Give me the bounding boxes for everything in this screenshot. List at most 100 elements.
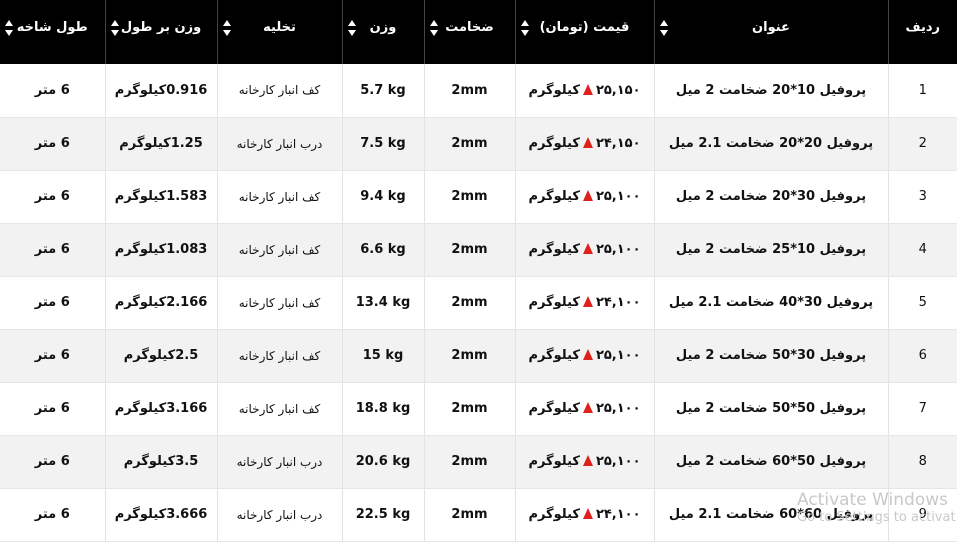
cell-row-number: 5 — [888, 276, 957, 329]
table-row: 7پروفیل 50*50 ضخامت 2 میل۲۵,۱۰۰کیلوگرم2m… — [0, 382, 957, 435]
sort-arrows-icon[interactable] — [430, 20, 438, 38]
header-label: ردیف — [889, 20, 957, 35]
cell-weight-text: 5.7 kg — [360, 83, 406, 98]
header-label: وزن بر طول — [106, 20, 217, 35]
sort-arrows-icon[interactable] — [348, 20, 356, 38]
price-value: ۲۴,۱۰۰ — [596, 295, 641, 310]
cell-unload-text: کف انبار کارخانه — [239, 190, 321, 204]
cell-thickness-text: 2mm — [451, 295, 487, 310]
cell-weight-text: 7.5 kg — [360, 136, 406, 151]
cell-title: پروفیل 30*40 ضخامت 2.1 میل — [654, 276, 888, 329]
cell-thickness-text: 2mm — [451, 507, 487, 522]
cell-weight-text: 20.6 kg — [356, 454, 411, 469]
cell-weight: 5.7 kg — [342, 64, 424, 117]
cell-thickness: 2mm — [424, 64, 515, 117]
cell-title: پروفیل 50*60 ضخامت 2 میل — [654, 435, 888, 488]
arrow-up-icon — [583, 455, 593, 466]
arrow-up-icon — [583, 402, 593, 413]
header-row-number[interactable]: ردیف — [888, 0, 957, 64]
header-label: ضخامت — [425, 20, 515, 35]
price-unit: کیلوگرم — [528, 295, 580, 310]
header-unload[interactable]: تخلیه — [217, 0, 342, 64]
header-weight[interactable]: وزن — [342, 0, 424, 64]
cell-unload-text: کف انبار کارخانه — [239, 349, 321, 363]
cell-unload-text: کف انبار کارخانه — [239, 83, 321, 97]
sort-arrows-icon[interactable] — [223, 20, 231, 38]
cell-row-number-text: 3 — [919, 189, 927, 204]
cell-thickness: 2mm — [424, 223, 515, 276]
arrow-up-icon — [583, 84, 593, 95]
cell-unload: درب انبار کارخانه — [217, 488, 342, 541]
price-value: ۲۵,۱۵۰ — [596, 83, 641, 98]
cell-weight: 9.4 kg — [342, 170, 424, 223]
price-value: ۲۵,۱۰۰ — [596, 242, 641, 257]
cell-branch-length-text: 6 متر — [35, 295, 70, 310]
sort-arrows-icon[interactable] — [521, 20, 529, 38]
price-table: ردیف عنوان قیمت (تومان) ضخامت وزن تخلیه — [0, 0, 957, 542]
price-value: ۲۵,۱۰۰ — [596, 189, 641, 204]
table-row: 3 پروفیل 30*20 ضخامت 2 میل ۲۵,۱۰۰ کیلوگرم 2m… — [0, 170, 957, 223]
cell-weight-per-length-text: 3.166کیلوگرم — [115, 401, 208, 416]
table-header-row: ردیف عنوان قیمت (تومان) ضخامت وزن تخلیه — [0, 0, 957, 64]
cell-price: ۲۵,۱۰۰کیلوگرم — [515, 223, 654, 276]
cell-title: پروفیل 30*20 ضخامت 2 میل — [654, 170, 888, 223]
cell-title: پروفیل 10*25 ضخامت 2 میل — [654, 223, 888, 276]
cell-title-text: پروفیل 30*50 ضخامت 2 میل — [676, 348, 866, 363]
cell-weight-per-length-text: 0.916کیلوگرم — [115, 83, 208, 98]
header-title[interactable]: عنوان — [654, 0, 888, 64]
header-branch-length[interactable]: طول شاخه — [0, 0, 105, 64]
cell-weight-per-length: 1.583کیلوگرم — [105, 170, 217, 223]
header-label: عنوان — [655, 20, 888, 35]
cell-row-number-text: 1 — [919, 83, 927, 98]
price-value: ۲۵,۱۰۰ — [596, 454, 641, 469]
cell-weight: 15 kg — [342, 329, 424, 382]
cell-weight-per-length: 2.5کیلوگرم — [105, 329, 217, 382]
cell-thickness-text: 2mm — [451, 401, 487, 416]
cell-branch-length: 6 متر — [0, 382, 105, 435]
cell-row-number-text: 4 — [919, 242, 927, 257]
header-weight-per-length[interactable]: وزن بر طول — [105, 0, 217, 64]
cell-row-number-text: 6 — [919, 348, 927, 363]
cell-branch-length: 6 متر — [0, 223, 105, 276]
arrow-up-icon — [583, 349, 593, 360]
cell-weight-per-length: 0.916کیلوگرم — [105, 64, 217, 117]
cell-weight-per-length: 2.166کیلوگرم — [105, 276, 217, 329]
cell-weight-text: 6.6 kg — [360, 242, 406, 257]
price-unit: کیلوگرم — [528, 507, 580, 522]
price-value: ۲۵,۱۰۰ — [596, 401, 641, 416]
cell-weight: 7.5 kg — [342, 117, 424, 170]
cell-branch-length-text: 6 متر — [35, 83, 70, 98]
price-unit: کیلوگرم — [528, 348, 580, 363]
cell-thickness-text: 2mm — [451, 136, 487, 151]
cell-weight-per-length: 3.666کیلوگرم — [105, 488, 217, 541]
cell-unload-text: درب انبار کارخانه — [237, 455, 323, 469]
cell-title-text: پروفیل 30*40 ضخامت 2.1 میل — [669, 295, 873, 310]
header-price[interactable]: قیمت (تومان) — [515, 0, 654, 64]
cell-unload-text: کف انبار کارخانه — [239, 402, 321, 416]
cell-branch-length: 6 متر — [0, 117, 105, 170]
cell-weight: 6.6 kg — [342, 223, 424, 276]
cell-branch-length-text: 6 متر — [35, 401, 70, 416]
cell-unload-text: درب انبار کارخانه — [237, 137, 323, 151]
header-label: طول شاخه — [0, 20, 105, 35]
table-row: 1پروفیل 10*20 ضخامت 2 میل۲۵,۱۵۰کیلوگرم2m… — [0, 64, 957, 117]
cell-weight-per-length: 1.25کیلوگرم — [105, 117, 217, 170]
cell-unload: درب انبار کارخانه — [217, 117, 342, 170]
cell-branch-length: 6 متر — [0, 329, 105, 382]
sort-arrows-icon[interactable] — [5, 20, 13, 38]
cell-unload-text: درب انبار کارخانه — [237, 508, 323, 522]
cell-weight-per-length-text: 1.583کیلوگرم — [115, 189, 208, 204]
cell-title-text: پروفیل 20*20 ضخامت 2.1 میل — [669, 136, 873, 151]
cell-unload: کف انبار کارخانه — [217, 223, 342, 276]
price-value: ۲۴,۱۰۰ — [596, 507, 641, 522]
sort-arrows-icon[interactable] — [111, 20, 119, 38]
price-unit: کیلوگرم — [528, 189, 580, 204]
sort-arrows-icon[interactable] — [660, 20, 668, 38]
watermark-line-1: Activate Windows — [797, 490, 956, 510]
cell-thickness: 2mm — [424, 488, 515, 541]
cell-thickness-text: 2mm — [451, 189, 487, 204]
cell-price: ۲۵,۱۰۰کیلوگرم — [515, 382, 654, 435]
cell-unload-text: کف انبار کارخانه — [239, 243, 321, 257]
header-thickness[interactable]: ضخامت — [424, 0, 515, 64]
cell-branch-length: 6 متر — [0, 488, 105, 541]
